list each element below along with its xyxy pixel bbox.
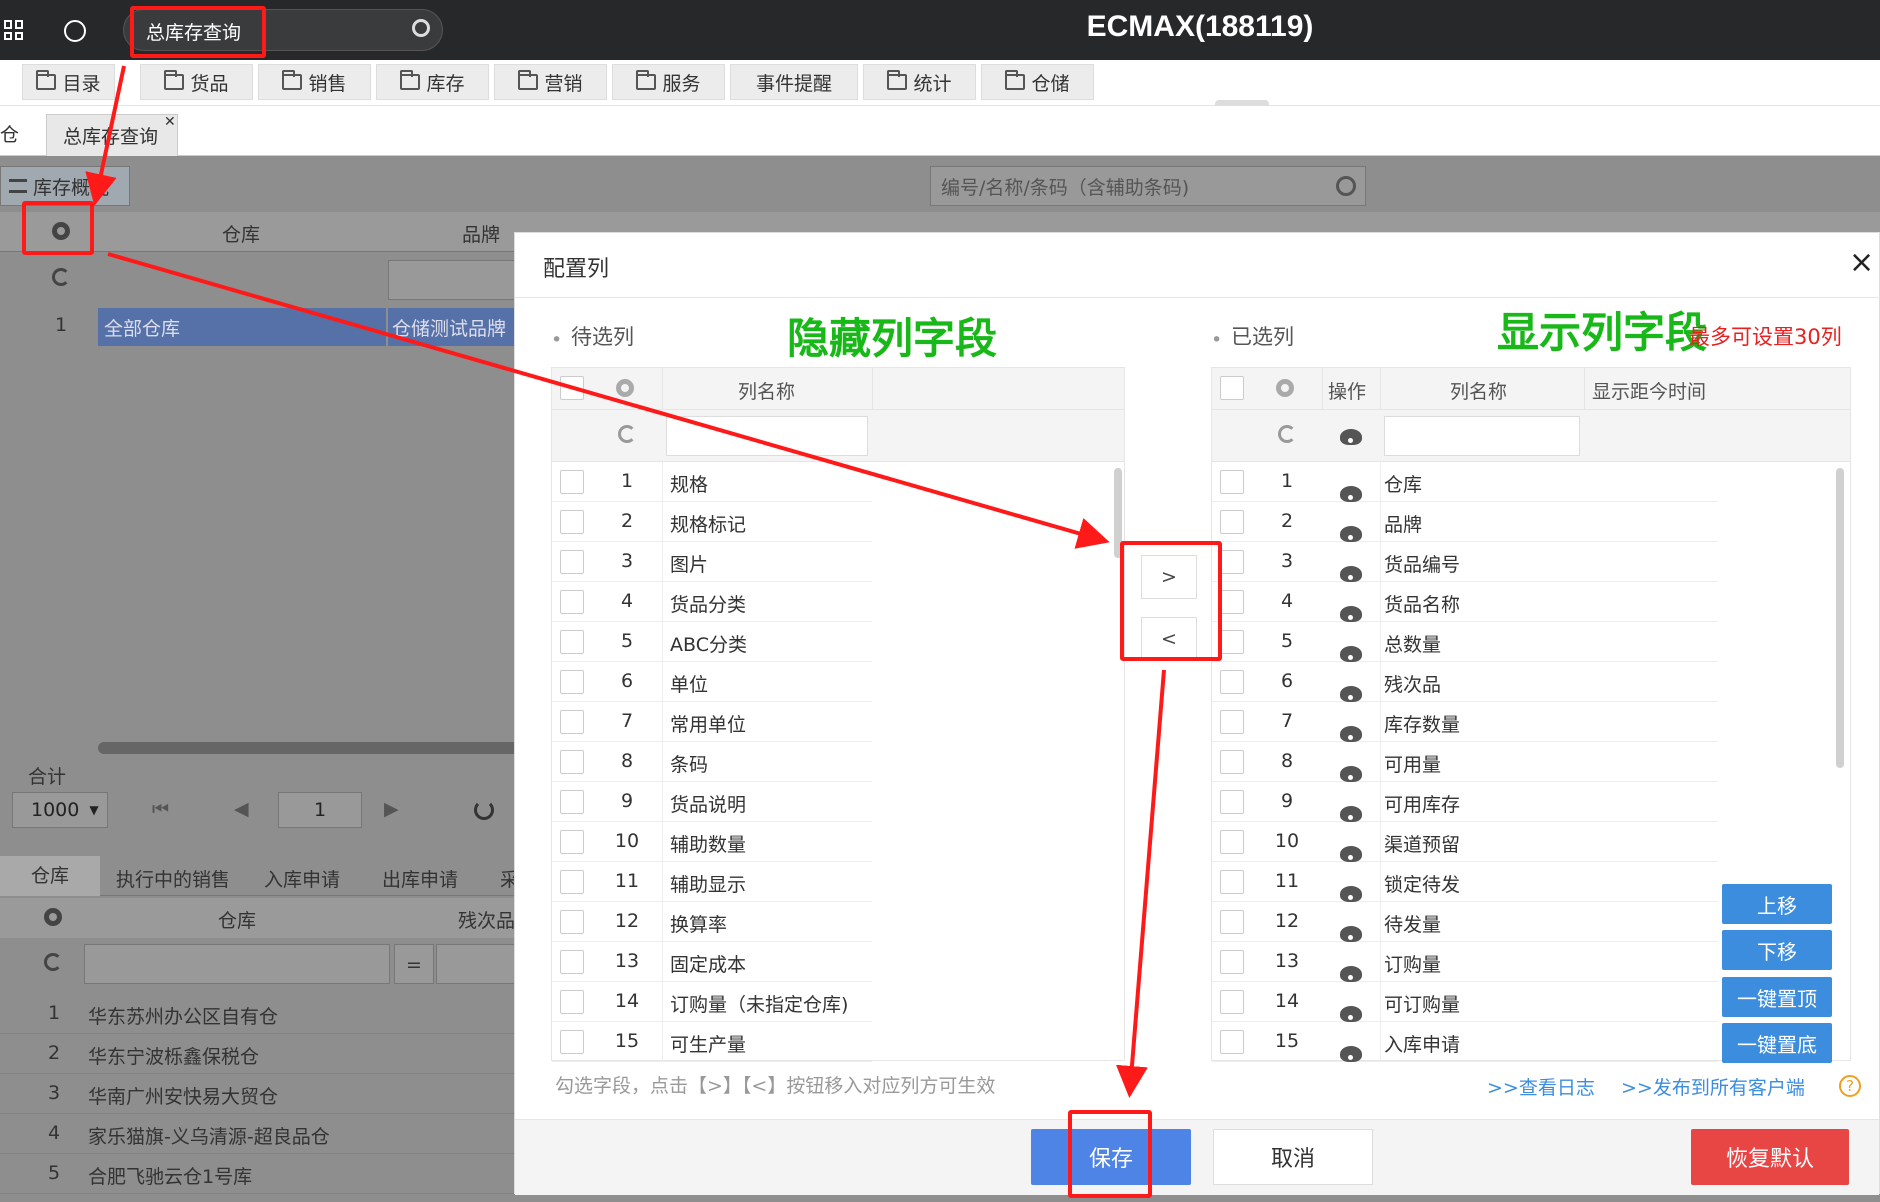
annotation-arrows <box>85 65 1166 1098</box>
